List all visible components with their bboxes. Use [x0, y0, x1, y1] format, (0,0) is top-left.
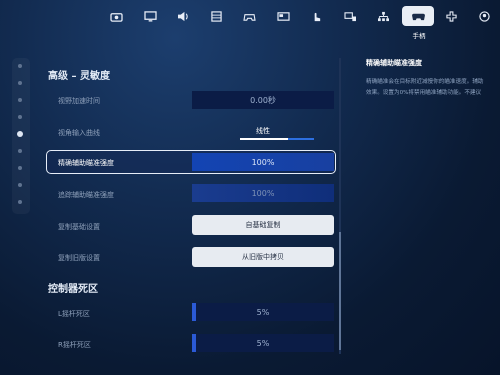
copy-from-legacy-button[interactable]: 从旧版中拷贝 [192, 247, 334, 267]
left-stick-deadzone-slider[interactable]: 5% [192, 303, 334, 321]
precision-aim-assist-value: 100% [251, 157, 275, 167]
view-accel-time-value-text: 0.00秒 [250, 95, 276, 105]
view-accel-time-label: 视野加速时间 [58, 97, 100, 105]
touch-hand-icon[interactable] [300, 6, 332, 26]
controller-settings-icon[interactable] [334, 6, 366, 26]
slider-fill [192, 303, 196, 321]
controller-icon[interactable] [402, 6, 434, 26]
tracking-aim-assist-label: 追踪辅助瞄准强度 [58, 191, 114, 199]
camera-icon[interactable] [100, 6, 132, 26]
network-icon[interactable] [367, 6, 399, 26]
tracking-aim-assist-slider[interactable]: 100% [192, 184, 334, 202]
section-dot[interactable] [18, 183, 22, 187]
tab-controller-label: 手柄 [412, 32, 426, 40]
curve-selected-indicator [240, 138, 288, 140]
description-title: 精确辅助瞄准强度 [366, 59, 422, 67]
view-input-curve-label: 视角输入曲线 [58, 129, 100, 137]
precision-aim-assist-label: 精确辅助瞄准强度 [58, 159, 114, 167]
scrollbar-thumb[interactable] [339, 232, 341, 350]
speaker-icon[interactable] [167, 6, 199, 26]
section-dot[interactable] [18, 64, 22, 68]
keyboard-layout-icon[interactable] [200, 6, 232, 26]
section-title-deadzone: 控制器死区 [48, 284, 98, 295]
section-dot[interactable] [18, 166, 22, 170]
copy-from-base-button[interactable]: 自基础复制 [192, 215, 334, 235]
curve-option-track [288, 138, 314, 140]
top-nav: 手柄 [0, 0, 500, 44]
copy-base-label: 复制基础设置 [58, 223, 100, 231]
right-stick-deadzone-label: R摇杆死区 [58, 341, 91, 349]
right-stick-deadzone-value: 5% [256, 338, 270, 348]
section-dot[interactable] [18, 98, 22, 102]
dpad-icon[interactable] [435, 6, 467, 26]
section-title-sensitivity: 高级 – 灵敏度 [48, 71, 110, 82]
description-body: 精确瞄准会在目标附近减慢你的瞄准速度。辅助 效果。设置为0%将禁用瞄准辅助功能。… [366, 77, 500, 99]
section-dot[interactable] [18, 115, 22, 119]
gamepad-icon[interactable] [233, 6, 265, 26]
tracking-aim-assist-value: 100% [251, 188, 275, 198]
precision-aim-assist-slider[interactable]: 100% [192, 153, 334, 171]
section-dot[interactable] [18, 200, 22, 204]
left-stick-deadzone-label: L摇杆死区 [58, 310, 90, 318]
right-stick-deadzone-slider[interactable]: 5% [192, 334, 334, 352]
monitor-icon[interactable] [134, 6, 166, 26]
section-dot[interactable] [18, 149, 22, 153]
description-line: 精确瞄准会在目标附近减慢你的瞄准速度。辅助 [366, 79, 484, 85]
left-stick-deadzone-value: 5% [256, 307, 270, 317]
view-input-curve-selector[interactable]: 线性 [192, 126, 334, 136]
screen-window-icon[interactable] [267, 6, 299, 26]
section-dot-current[interactable] [17, 131, 23, 137]
copy-legacy-label: 复制旧版设置 [58, 254, 100, 262]
account-icon[interactable] [468, 6, 500, 26]
view-accel-time-value[interactable]: 0.00秒 [192, 91, 334, 109]
section-dot[interactable] [18, 81, 22, 85]
description-line: 效果。设置为0%将禁用瞄准辅助功能。不建议 [366, 90, 482, 96]
slider-fill [192, 334, 196, 352]
section-navigator [12, 58, 30, 214]
